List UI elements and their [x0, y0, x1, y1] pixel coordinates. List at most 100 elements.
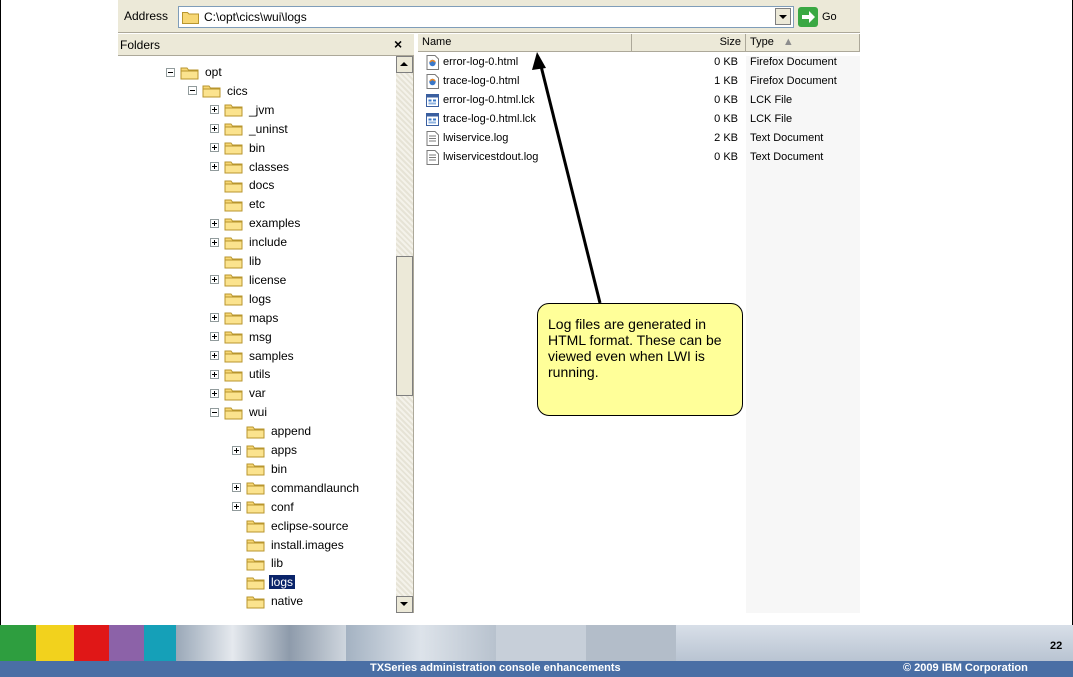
file-row[interactable]: trace-log-0.html 1 KB Firefox Document	[418, 73, 860, 91]
folder-icon	[246, 596, 265, 609]
file-row[interactable]: lwiservice.log 2 KB Text Document	[418, 130, 860, 148]
scroll-thumb[interactable]	[396, 256, 413, 396]
expand-plus-icon[interactable]	[210, 162, 219, 171]
tree-item-label: lib	[249, 254, 262, 268]
collapse-minus-icon[interactable]	[188, 86, 197, 96]
tree-item[interactable]: etc	[210, 195, 267, 213]
column-header-type[interactable]: Type ▲	[746, 34, 860, 52]
collapse-minus-icon[interactable]	[166, 67, 175, 77]
tree-item-label: wui	[249, 405, 268, 420]
go-button[interactable]: Go	[798, 6, 854, 28]
collapse-minus-icon[interactable]	[210, 407, 219, 417]
expand-plus-icon[interactable]	[210, 143, 219, 153]
folder-icon	[246, 501, 265, 514]
tree-item[interactable]: docs	[210, 176, 276, 194]
folder-icon	[224, 218, 243, 231]
tree-item[interactable]: lib	[210, 252, 263, 270]
tree-item[interactable]: lib	[232, 554, 285, 572]
tree-item[interactable]: _jvm	[210, 101, 276, 119]
folder-icon	[202, 85, 221, 98]
tree-item[interactable]: apps	[232, 441, 299, 459]
tree-item[interactable]: bin	[210, 139, 267, 157]
tree-item[interactable]: samples	[210, 347, 296, 365]
tree-item-label: include	[249, 235, 288, 250]
file-name: error-log-0.html	[443, 56, 519, 68]
folder-icon	[224, 350, 243, 363]
expand-plus-icon[interactable]	[210, 313, 219, 323]
file-name: trace-log-0.html.lck	[443, 113, 536, 125]
tree-item[interactable]: logs	[232, 573, 296, 591]
explorer-window: Address C:\opt\cics\wui\logs Go Folders …	[118, 0, 860, 613]
tree-item-label: var	[249, 386, 266, 401]
folder-icon	[182, 12, 199, 24]
tree-item[interactable]: wui	[210, 403, 269, 421]
address-label: Address	[124, 9, 169, 23]
expand-plus-icon[interactable]	[210, 332, 219, 342]
scroll-up-icon[interactable]	[396, 56, 413, 73]
expand-plus-icon[interactable]	[210, 369, 219, 379]
text-file-icon	[426, 150, 439, 165]
tree-item[interactable]: _uninst	[210, 120, 290, 138]
folder-scrollbar[interactable]	[396, 56, 413, 613]
tree-item[interactable]: conf	[232, 498, 296, 516]
expand-plus-icon[interactable]	[210, 105, 219, 115]
tree-item[interactable]: native	[232, 592, 305, 610]
footer-copyright: © 2009 IBM Corporation	[903, 662, 1028, 674]
footer-swatch-red	[74, 625, 109, 661]
footer-swatch-photo-2	[346, 625, 496, 661]
expand-plus-icon[interactable]	[210, 218, 219, 228]
file-size: 0 KB	[714, 113, 738, 125]
address-field[interactable]: C:\opt\cics\wui\logs	[178, 6, 794, 28]
tree-item[interactable]: maps	[210, 309, 280, 327]
file-row[interactable]: lwiservicestdout.log 0 KB Text Document	[418, 149, 860, 167]
close-icon[interactable]: ×	[394, 36, 402, 52]
tree-item[interactable]: examples	[210, 214, 302, 232]
tree-item[interactable]: bin	[232, 460, 289, 478]
tree-item[interactable]: msg	[210, 328, 274, 346]
expand-plus-icon[interactable]	[210, 388, 219, 398]
folder-icon	[246, 482, 265, 495]
tree-item[interactable]: license	[210, 271, 288, 289]
tree-item[interactable]: opt	[166, 63, 224, 81]
expand-plus-icon[interactable]	[232, 483, 241, 493]
tree-item[interactable]: install.images	[232, 536, 346, 554]
footer-swatch-purple	[109, 625, 144, 661]
tree-item[interactable]: utils	[210, 365, 272, 383]
tree-item[interactable]: eclipse-source	[232, 517, 350, 535]
tree-item-label: msg	[249, 329, 272, 344]
file-row[interactable]: error-log-0.html 0 KB Firefox Document	[418, 54, 860, 72]
column-header-size[interactable]: Size	[632, 34, 746, 52]
expand-plus-icon[interactable]	[232, 502, 241, 512]
tree-item[interactable]: var	[210, 384, 268, 402]
folders-header: Folders ×	[118, 34, 414, 56]
tree-item[interactable]: commandlaunch	[232, 479, 361, 497]
tree-item[interactable]: logs	[210, 290, 273, 308]
tree-item[interactable]: append	[232, 422, 313, 440]
folder-icon	[224, 161, 243, 174]
footer-swatch-yellow	[36, 625, 74, 661]
scroll-down-icon[interactable]	[396, 596, 413, 613]
address-bar: Address C:\opt\cics\wui\logs Go	[118, 0, 860, 33]
expand-plus-icon[interactable]	[210, 351, 219, 360]
expand-plus-icon[interactable]	[232, 445, 241, 455]
expand-plus-icon[interactable]	[210, 124, 219, 134]
file-name: lwiservicestdout.log	[443, 151, 539, 163]
expand-plus-icon[interactable]	[210, 275, 219, 285]
folder-icon	[246, 558, 265, 571]
file-row[interactable]: error-log-0.html.lck 0 KB LCK File	[418, 92, 860, 110]
sort-ascending-icon: ▲	[782, 36, 794, 48]
folder-icon	[224, 123, 243, 136]
tree-item[interactable]: classes	[210, 158, 291, 176]
tree-item[interactable]: include	[210, 233, 289, 251]
file-size: 2 KB	[714, 132, 738, 144]
column-header-name[interactable]: Name	[418, 34, 632, 52]
tree-item-label: lib	[271, 556, 284, 571]
chevron-down-icon[interactable]	[775, 8, 791, 25]
tree-item[interactable]: cics	[188, 82, 250, 100]
file-row[interactable]: trace-log-0.html.lck 0 KB LCK File	[418, 111, 860, 129]
callout-text: Log files are generated in HTML format. …	[548, 316, 722, 380]
file-type: Firefox Document	[750, 56, 837, 68]
tree-item-label: eclipse-source	[271, 518, 349, 533]
tree-item-label: bin	[249, 140, 266, 155]
expand-plus-icon[interactable]	[210, 237, 219, 247]
